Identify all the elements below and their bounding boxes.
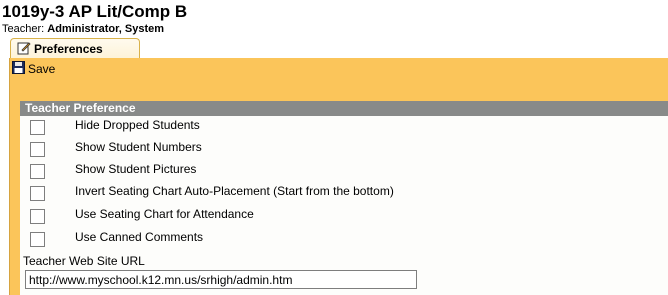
option-label: Invert Seating Chart Auto-Placement (Sta… <box>75 184 394 198</box>
tab-preferences-label: Preferences <box>34 42 103 56</box>
teacher-line: Teacher: Administrator, System <box>2 23 164 35</box>
toolbar: Save <box>10 58 668 79</box>
section-header: Teacher Preference <box>20 101 668 116</box>
save-button[interactable]: Save <box>12 60 56 77</box>
url-label: Teacher Web Site URL <box>23 254 145 268</box>
checkbox-invert-seating-chart[interactable] <box>30 186 45 201</box>
option-seating-chart-attendance: Use Seating Chart for Attendance <box>20 205 668 227</box>
checkbox-show-student-pictures[interactable] <box>30 164 45 179</box>
option-invert-seating-chart: Invert Seating Chart Auto-Placement (Sta… <box>20 182 668 204</box>
teacher-label: Teacher: <box>2 23 45 35</box>
option-show-student-pictures: Show Student Pictures <box>20 160 668 182</box>
option-label: Show Student Numbers <box>75 140 202 154</box>
checkbox-show-student-numbers[interactable] <box>30 142 45 157</box>
option-label: Show Student Pictures <box>75 162 197 176</box>
option-label: Hide Dropped Students <box>75 118 200 132</box>
page-title: 1019y-3 AP Lit/Comp B <box>2 2 188 21</box>
teacher-url-input[interactable] <box>25 270 417 289</box>
option-canned-comments: Use Canned Comments <box>20 228 668 250</box>
option-label: Use Canned Comments <box>75 230 204 244</box>
floppy-disk-icon <box>12 60 25 77</box>
save-label: Save <box>28 61 56 76</box>
tab-strip: Preferences <box>10 38 668 72</box>
edit-icon <box>17 42 31 58</box>
checkbox-hide-dropped-students[interactable] <box>30 120 45 135</box>
checkbox-seating-chart-attendance[interactable] <box>30 209 45 224</box>
option-show-student-numbers: Show Student Numbers <box>20 138 668 160</box>
option-hide-dropped-students: Hide Dropped Students <box>20 116 668 138</box>
option-label: Use Seating Chart for Attendance <box>75 207 254 221</box>
checkbox-canned-comments[interactable] <box>30 232 45 247</box>
preferences-form: Hide Dropped Students Show Student Numbe… <box>20 116 668 295</box>
teacher-name: Administrator, System <box>47 23 165 35</box>
